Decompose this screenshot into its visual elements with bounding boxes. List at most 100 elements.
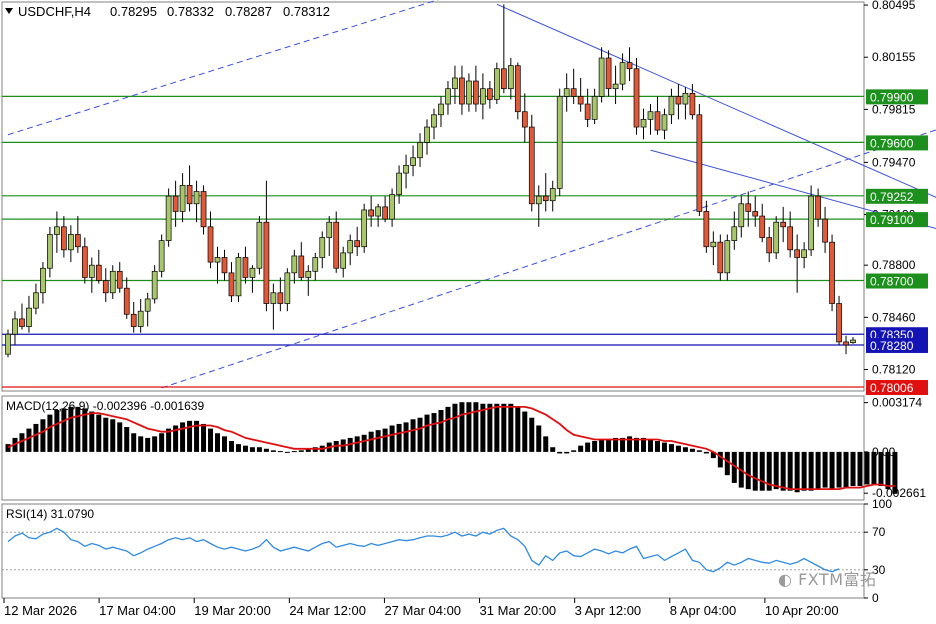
candle-body [312, 257, 319, 272]
candle-body [144, 298, 151, 312]
candle-body [480, 88, 486, 105]
candle-body [710, 241, 717, 248]
candle-body [535, 195, 542, 205]
macd-bar [298, 450, 304, 452]
macd-bar [508, 403, 514, 452]
macd-bar [696, 450, 702, 452]
candle-body [696, 114, 703, 212]
macd-bar [445, 406, 451, 452]
macd-bar [661, 442, 667, 452]
macd-bar [40, 419, 46, 452]
macd-bar [808, 451, 814, 491]
macd-bar [145, 437, 151, 452]
macd-bar [885, 451, 891, 490]
macd-bar [759, 451, 765, 491]
candle-body [836, 303, 842, 343]
candle-body [466, 80, 472, 105]
macd-bar [585, 442, 591, 452]
price-level-label: 0.78700 [870, 275, 914, 289]
candle-body [47, 234, 53, 269]
macd-bar [208, 428, 214, 452]
candle-body [26, 307, 32, 327]
fxtm-watermark: ◐ FXTM富拓 [778, 566, 877, 590]
candle-body [347, 240, 354, 254]
macd-bar [473, 402, 479, 452]
ohlc-low: 0.78287 [225, 4, 272, 19]
macd-bar [724, 451, 730, 476]
macd-bar [801, 451, 807, 491]
macd-bar [794, 451, 800, 493]
candle-body [591, 96, 598, 120]
price-axis-label: 0.78800 [872, 258, 916, 272]
candle-body [633, 68, 640, 128]
candle-body [612, 83, 619, 90]
candle-body [794, 249, 800, 258]
candle-body [102, 280, 109, 294]
macd-bar [647, 439, 653, 452]
candle-body [54, 226, 60, 235]
time-axis-label: 3 Apr 12:00 [575, 603, 642, 618]
candle-body [570, 88, 577, 97]
candle-body [417, 142, 423, 159]
price-axis-label: 0.78120 [872, 363, 916, 377]
candle-body [494, 68, 500, 100]
macd-bar [773, 451, 779, 490]
candle-body [361, 209, 368, 248]
candle-body [172, 195, 179, 212]
price-axis-label: 0.80155 [872, 50, 916, 64]
time-axis-label: 8 Apr 04:00 [670, 603, 737, 618]
macd-bar [124, 427, 130, 452]
ohlc-open: 0.78295 [110, 4, 157, 19]
macd-bar [536, 425, 542, 452]
macd-bar [277, 451, 283, 453]
candle-body [626, 62, 633, 70]
candle-body [563, 88, 570, 97]
macd-bar [487, 403, 493, 452]
candle-body [521, 111, 528, 128]
macd-bar [361, 434, 367, 452]
candle-body [473, 80, 479, 105]
macd-bar [878, 451, 884, 487]
candle-body [116, 270, 123, 289]
candle-body [33, 292, 39, 309]
macd-bar [543, 436, 549, 452]
candle-body [326, 221, 333, 238]
candle-body [507, 65, 514, 90]
macd-bar [68, 406, 74, 452]
price-level-label: 0.79100 [870, 213, 914, 227]
macd-bar [892, 451, 898, 494]
macd-bar [675, 445, 681, 452]
watermark-logo-icon: ◐ [778, 570, 793, 589]
candle-body [186, 185, 193, 205]
watermark-text: FXTM富拓 [798, 570, 877, 589]
candle-body [549, 188, 556, 202]
candle-body [179, 185, 186, 212]
rsi-axis-label: 70 [872, 525, 886, 539]
macd-bar [284, 451, 290, 453]
candle-body [403, 165, 409, 174]
candle-body [759, 215, 766, 238]
macd-bar [668, 444, 674, 452]
candle-body [780, 221, 787, 228]
rsi-axis-label: 0 [872, 591, 879, 605]
candle-body [284, 272, 291, 304]
candle-body [500, 68, 507, 90]
macd-bar [54, 409, 60, 452]
macd-bar [822, 451, 828, 488]
candle-body [249, 267, 256, 278]
macd-bar [47, 414, 53, 452]
candle-body [5, 333, 11, 355]
macd-bar [201, 423, 207, 452]
candle-body [556, 96, 563, 189]
price-axis-label: 0.78460 [872, 310, 916, 324]
macd-bar [417, 417, 423, 452]
candle-body [40, 267, 46, 294]
macd-bar [187, 420, 193, 452]
macd-bar [815, 451, 821, 490]
macd-bar [578, 445, 584, 452]
candle-body [675, 96, 682, 105]
candle-body [319, 237, 326, 258]
candle-body [619, 62, 626, 85]
candle-body [654, 111, 661, 131]
macd-bar [466, 402, 472, 452]
